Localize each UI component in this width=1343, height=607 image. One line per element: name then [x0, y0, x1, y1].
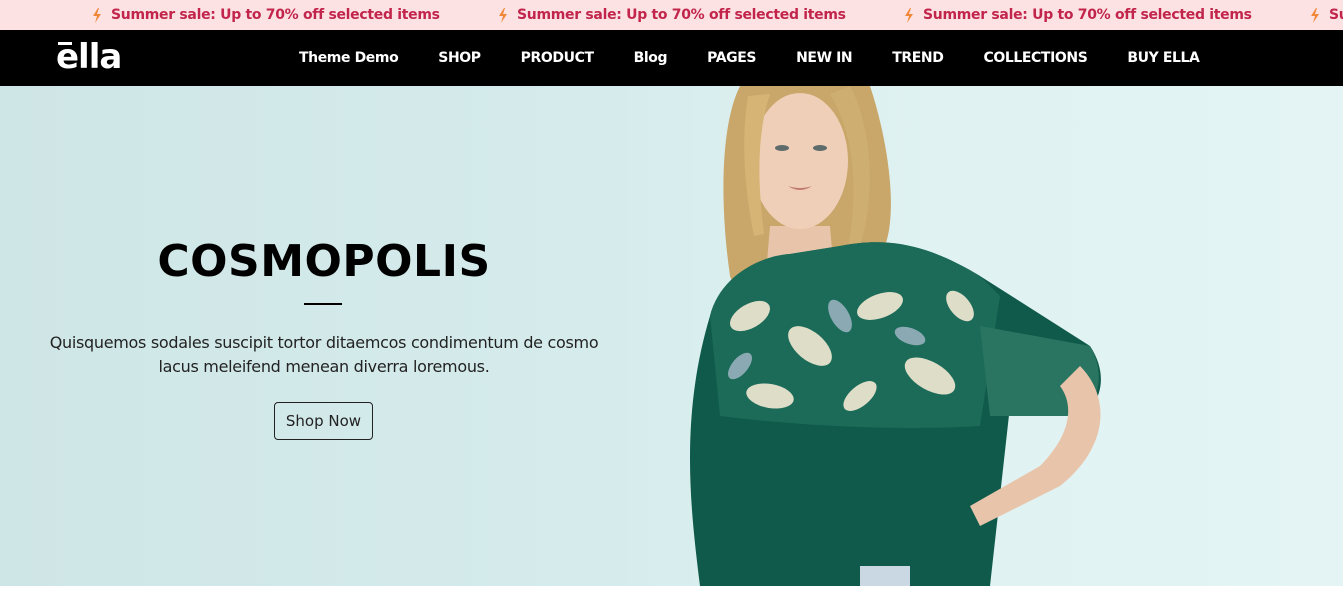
announcement-text: Summer sale: Up to 70% off selected item…	[517, 7, 846, 23]
nav-item-collections[interactable]: COLLECTIONS	[963, 50, 1107, 66]
lightning-icon	[1311, 7, 1319, 23]
nav-item-theme-demo[interactable]: Theme Demo	[279, 50, 418, 66]
announcement-item[interactable]: Summer sale: Up to 70% off selected item…	[498, 0, 846, 30]
announcement-bar: Summer sale: Up to 70% off selected item…	[0, 0, 1343, 30]
hero-banner: COSMOPOLIS Quisquemos sodales suscipit t…	[0, 86, 1343, 586]
announcement-text: Summer sale: Up to 70% off selected item…	[1329, 7, 1343, 23]
nav-item-trend[interactable]: TREND	[872, 50, 963, 66]
nav-item-pages[interactable]: PAGES	[687, 50, 776, 66]
lightning-icon	[499, 7, 507, 23]
announcement-item[interactable]: Summer sale: Up to 70% off selected item…	[904, 0, 1252, 30]
announcement-item[interactable]: Summer sale: Up to 70% off selected item…	[92, 0, 440, 30]
nav-item-blog[interactable]: Blog	[614, 50, 688, 66]
nav-item-shop[interactable]: SHOP	[418, 50, 500, 66]
shop-now-button[interactable]: Shop Now	[274, 402, 373, 440]
site-header: ella Theme Demo SHOP PRODUCT Blog PAGES …	[0, 30, 1343, 86]
announcement-item[interactable]: Summer sale: Up to 70% off selected item…	[1310, 0, 1343, 30]
nav-item-new-in[interactable]: NEW IN	[776, 50, 872, 66]
announcement-text: Summer sale: Up to 70% off selected item…	[111, 7, 440, 23]
lightning-icon	[905, 7, 913, 23]
hero-divider	[304, 303, 342, 305]
announcement-text: Summer sale: Up to 70% off selected item…	[923, 7, 1252, 23]
lightning-icon	[93, 7, 101, 23]
nav-item-product[interactable]: PRODUCT	[501, 50, 614, 66]
hero-description: Quisquemos sodales suscipit tortor ditae…	[49, 333, 599, 376]
main-nav: Theme Demo SHOP PRODUCT Blog PAGES NEW I…	[279, 30, 1219, 86]
site-logo[interactable]: ella	[56, 38, 122, 76]
hero-model-image	[690, 86, 1101, 586]
nav-item-buy-ella[interactable]: BUY ELLA	[1107, 50, 1219, 66]
page-content-below	[0, 586, 1343, 607]
hero-title: COSMOPOLIS	[157, 236, 491, 287]
